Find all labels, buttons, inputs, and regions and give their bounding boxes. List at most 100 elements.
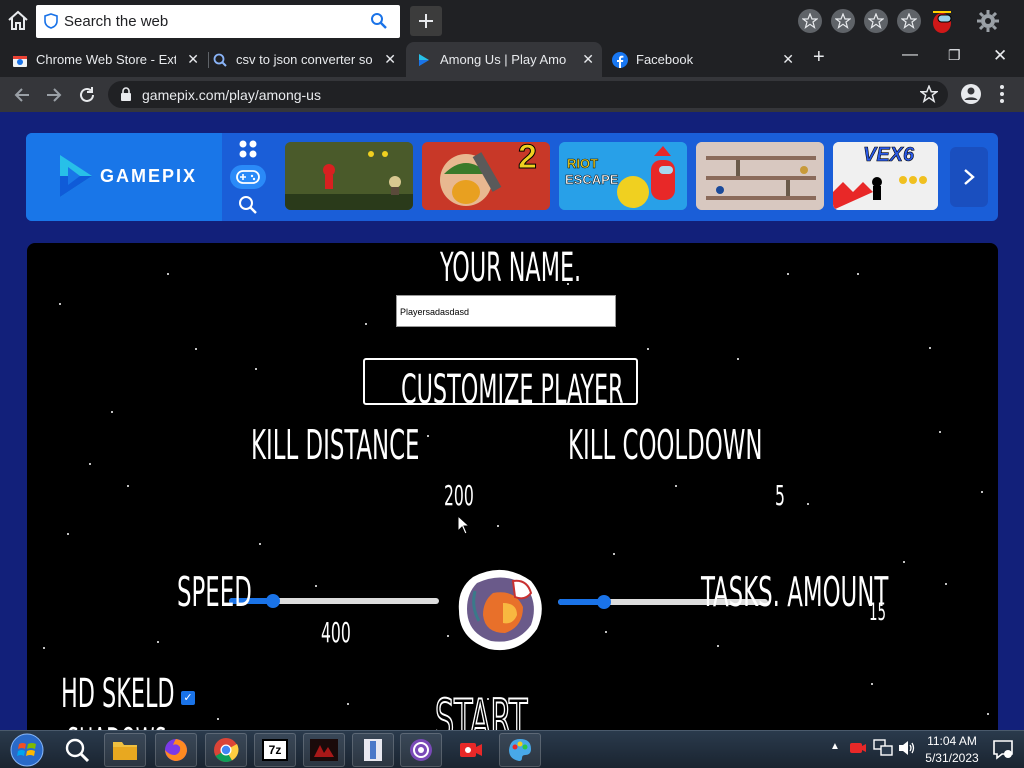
screen-recorder-icon[interactable] bbox=[450, 733, 492, 767]
address-bar: gamepix.com/play/among-us bbox=[0, 77, 1024, 112]
page-content: GAMEPIX 2 RIOT ESCAPE VEX6 YOUR NAME. Pl… bbox=[0, 112, 1024, 730]
tab-label: csv to json converter soft bbox=[236, 52, 372, 67]
close-tab-icon[interactable]: ✕ bbox=[384, 51, 396, 68]
lock-icon[interactable] bbox=[120, 87, 132, 106]
clock-time: 11:04 AM bbox=[927, 734, 977, 748]
tab-label: Among Us | Play Amo bbox=[440, 52, 567, 67]
among-us-extension-icon[interactable] bbox=[929, 8, 955, 34]
search-tab-icon bbox=[212, 52, 228, 68]
menu-dots-icon[interactable] bbox=[996, 84, 1008, 109]
tab-bar: Chrome Web Store - Exte ✕ csv to json co… bbox=[0, 42, 1024, 77]
7zip-label: 7z bbox=[262, 739, 288, 761]
show-hidden-icons-icon[interactable]: ▲ bbox=[830, 741, 840, 752]
game-thumbnail-4[interactable] bbox=[696, 142, 824, 210]
game-app-icon[interactable] bbox=[303, 733, 345, 767]
shadows-label: SHADOWS bbox=[67, 721, 167, 730]
tab-chrome-web-store[interactable]: Chrome Web Store - Exte ✕ bbox=[12, 42, 207, 77]
game-canvas[interactable]: YOUR NAME. Playersadasdasd CUSTOMIZE PLA… bbox=[27, 243, 998, 730]
start-button[interactable]: START bbox=[434, 687, 528, 730]
tab-label: Facebook bbox=[636, 52, 694, 67]
close-window-icon[interactable]: ✕ bbox=[993, 46, 1007, 66]
speed-value: 400 bbox=[321, 616, 351, 649]
tab-csv-to-json[interactable]: csv to json converter soft ✕ bbox=[212, 42, 404, 77]
firefox-icon[interactable] bbox=[155, 733, 197, 767]
close-tab-icon[interactable]: ✕ bbox=[582, 51, 594, 68]
new-tab-plus-icon[interactable] bbox=[410, 6, 442, 36]
speed-label: SPEED bbox=[177, 568, 252, 616]
tab-label: Chrome Web Store - Exte bbox=[36, 52, 176, 67]
chrome-icon[interactable] bbox=[205, 733, 247, 767]
tab-among-us[interactable]: Among Us | Play Amo ✕ bbox=[406, 42, 602, 77]
game-thumbnail-riot-escape[interactable]: RIOT ESCAPE bbox=[559, 142, 687, 210]
profile-icon[interactable] bbox=[960, 83, 982, 110]
kill-distance-value: 200 bbox=[444, 479, 474, 512]
search-icon[interactable] bbox=[230, 193, 266, 217]
kill-cooldown-label: KILL COOLDOWN bbox=[568, 421, 763, 469]
vex-6-title: VEX6 bbox=[863, 144, 915, 167]
slider-knob[interactable] bbox=[266, 594, 281, 608]
windows-start-icon[interactable] bbox=[6, 733, 48, 767]
next-chevron-icon[interactable] bbox=[950, 147, 988, 207]
grid-icon[interactable] bbox=[230, 137, 266, 161]
gear-icon[interactable] bbox=[976, 9, 1000, 38]
close-tab-icon[interactable]: ✕ bbox=[782, 51, 794, 68]
star-icon[interactable] bbox=[831, 9, 855, 33]
close-tab-icon[interactable]: ✕ bbox=[187, 51, 199, 68]
windows-taskbar: 7z ▲ 11:04 AM 5/31/2023 bbox=[0, 730, 1024, 768]
network-icon[interactable] bbox=[873, 739, 893, 762]
search-placeholder: Search the web bbox=[64, 13, 169, 30]
slider-knob[interactable] bbox=[597, 595, 612, 609]
forward-arrow-icon[interactable] bbox=[44, 85, 64, 110]
tab-facebook[interactable]: Facebook ✕ bbox=[612, 42, 802, 77]
kill-distance-label: KILL DISTANCE bbox=[251, 421, 420, 469]
star-icon[interactable] bbox=[798, 9, 822, 33]
minimize-icon[interactable]: — bbox=[902, 46, 918, 64]
game-thumbnail-2-label: 2 bbox=[518, 142, 538, 177]
gamepix-header: GAMEPIX 2 RIOT ESCAPE VEX6 bbox=[26, 133, 998, 221]
search-icon[interactable] bbox=[56, 733, 98, 767]
clock-date: 5/31/2023 bbox=[925, 751, 979, 765]
search-icon[interactable] bbox=[370, 12, 388, 35]
gamepix-logo-icon bbox=[56, 151, 96, 206]
tor-icon[interactable] bbox=[400, 733, 442, 767]
hd-skeld-label: HD SKELD bbox=[61, 671, 175, 717]
gamepad-icon[interactable] bbox=[230, 165, 266, 189]
url-field[interactable]: gamepix.com/play/among-us bbox=[108, 81, 948, 108]
paint-icon[interactable] bbox=[499, 733, 541, 767]
home-icon[interactable] bbox=[6, 9, 30, 33]
url-text: gamepix.com/play/among-us bbox=[142, 87, 321, 103]
bookmark-star-icon[interactable] bbox=[918, 84, 940, 108]
new-tab-icon[interactable]: + bbox=[813, 46, 825, 69]
reload-icon[interactable] bbox=[77, 85, 97, 110]
shield-icon bbox=[44, 13, 58, 34]
kill-cooldown-value: 5 bbox=[775, 479, 785, 512]
kill-distance-slider[interactable] bbox=[229, 594, 439, 608]
star-icon[interactable] bbox=[864, 9, 888, 33]
game-thumbnail-2[interactable]: 2 bbox=[422, 142, 550, 210]
gamepix-favicon-icon bbox=[416, 52, 432, 68]
recording-indicator-icon[interactable] bbox=[849, 740, 867, 761]
game-thumbnail-1[interactable] bbox=[285, 142, 413, 210]
file-explorer-icon[interactable] bbox=[104, 733, 146, 767]
player-name-input[interactable]: Playersadasdasd bbox=[396, 295, 616, 327]
star-icon[interactable] bbox=[897, 9, 921, 33]
player-avatar-sticker[interactable] bbox=[453, 563, 547, 655]
chrome-web-store-icon bbox=[12, 52, 28, 68]
gamepix-side-menu bbox=[226, 133, 272, 221]
volume-icon[interactable] bbox=[898, 740, 916, 761]
hd-skeld-checkbox[interactable]: ✓ bbox=[181, 691, 195, 705]
your-name-title: YOUR NAME. bbox=[440, 245, 582, 291]
search-box[interactable]: Search the web bbox=[36, 5, 400, 38]
7zip-icon[interactable]: 7z bbox=[254, 733, 296, 767]
notifications-icon[interactable] bbox=[992, 738, 1014, 765]
facebook-icon bbox=[612, 51, 628, 68]
back-arrow-icon[interactable] bbox=[12, 85, 32, 110]
restore-icon[interactable]: ❐ bbox=[948, 47, 961, 64]
browser-top-strip: Search the web bbox=[0, 0, 1024, 42]
game-thumbnail-vex-6[interactable]: VEX6 bbox=[833, 142, 938, 210]
customize-player-label: CUSTOMIZE PLAYER bbox=[401, 367, 624, 413]
gamepix-logo-text: GAMEPIX bbox=[100, 166, 198, 186]
system-clock[interactable]: 11:04 AM 5/31/2023 bbox=[920, 733, 984, 767]
tasks-amount-label: TASKS. AMOUNT bbox=[701, 568, 889, 616]
notepad-icon[interactable] bbox=[352, 733, 394, 767]
